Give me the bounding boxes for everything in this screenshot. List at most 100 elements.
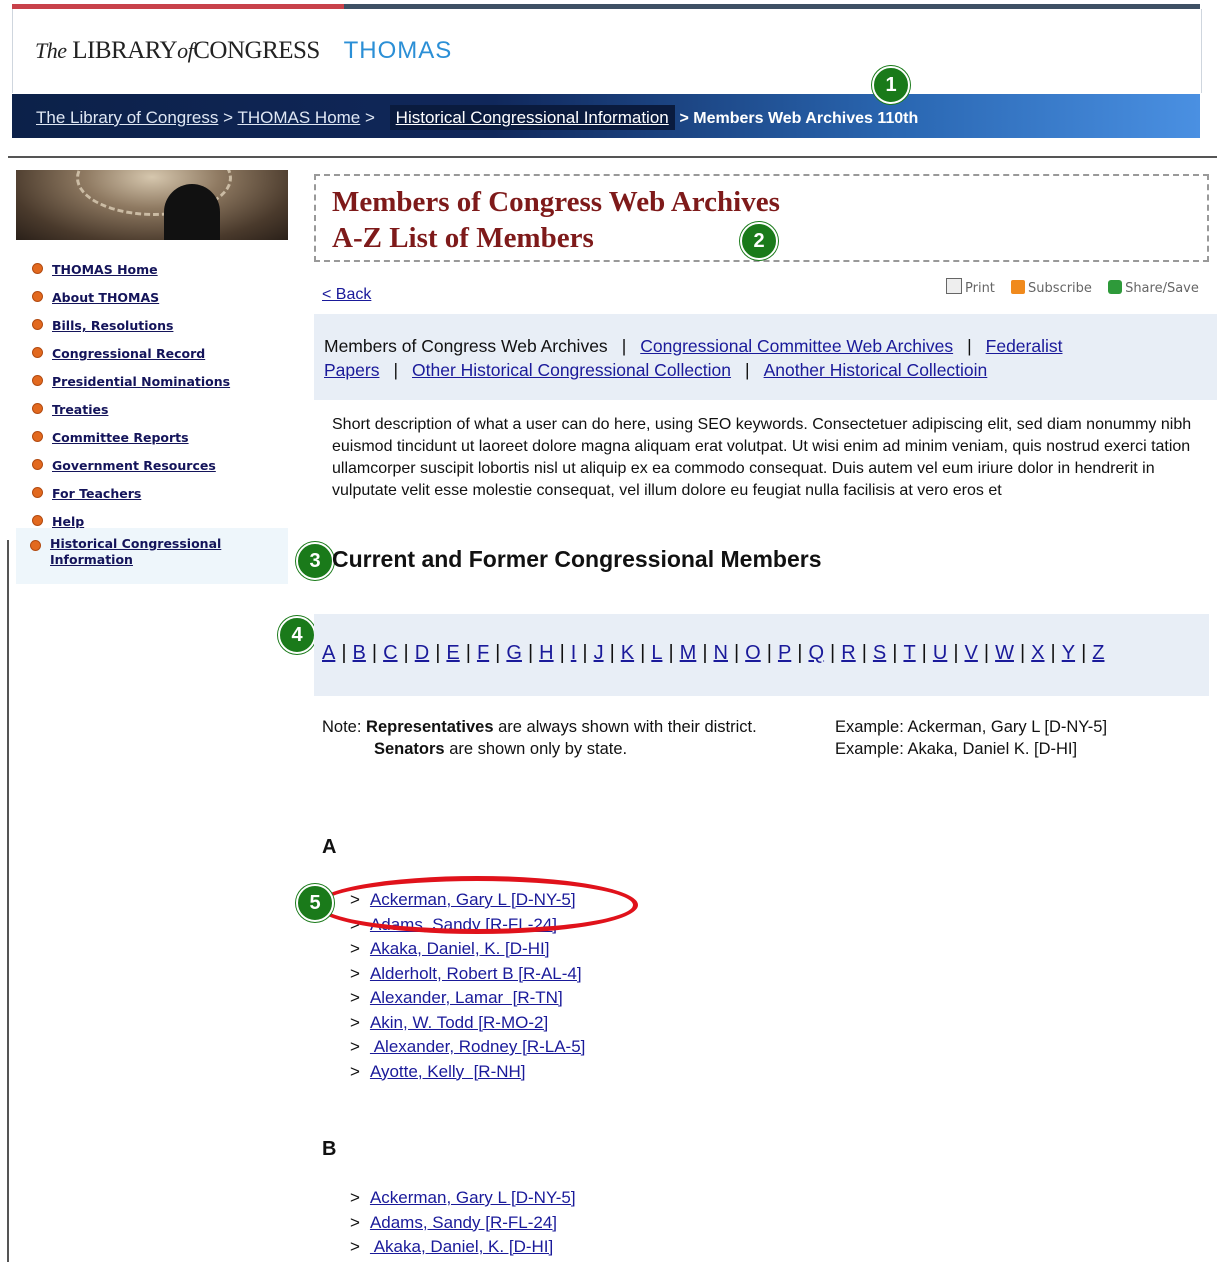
sidebar-item-committee-reports[interactable]: Committee Reports xyxy=(30,430,288,458)
sidebar-item-label[interactable]: Treaties xyxy=(52,402,108,417)
alphabet-separator: | xyxy=(861,642,867,664)
sidebar-item-label[interactable]: Historical Congressional Information xyxy=(50,536,260,568)
alphabet-link-m[interactable]: M xyxy=(680,642,697,664)
alphabet-link-f[interactable]: F xyxy=(477,642,489,664)
alphabet-link-e[interactable]: E xyxy=(446,642,459,664)
sidebar-item-congressional-record[interactable]: Congressional Record xyxy=(30,346,288,374)
alphabet-link-j[interactable]: J xyxy=(594,642,604,664)
list-item: > Adams, Sandy [R-FL-24] xyxy=(350,1213,576,1238)
note-senators: Senators are shown only by state. xyxy=(322,738,757,760)
alphabet-link-h[interactable]: H xyxy=(539,642,553,664)
note-example-rep: Example: Ackerman, Gary L [D-NY-5] xyxy=(835,718,1108,736)
sidebar-item-government-resources[interactable]: Government Resources xyxy=(30,458,288,486)
sidebar-item-about-thomas[interactable]: About THOMAS xyxy=(30,290,288,318)
bullet-icon xyxy=(32,403,43,414)
alphabet-link-q[interactable]: Q xyxy=(808,642,824,664)
note-example-sen: Example: Akaka, Daniel K. [D-HI] xyxy=(835,740,1078,758)
alphabet-link-d[interactable]: D xyxy=(415,642,429,664)
sidebar-item-thomas-home[interactable]: THOMAS Home xyxy=(30,262,288,290)
alphabet-link-a[interactable]: A xyxy=(322,642,335,664)
alphabet-link-v[interactable]: V xyxy=(965,642,978,664)
breadcrumb-thomas-home-link[interactable]: THOMAS Home xyxy=(237,108,360,127)
share-button[interactable]: Share/Save xyxy=(1108,280,1199,296)
statue-silhouette xyxy=(164,184,220,240)
list-item: > Alexander, Rodney [R-LA-5] xyxy=(350,1037,585,1062)
bullet-icon xyxy=(32,263,43,274)
sidebar-item-label[interactable]: Help xyxy=(52,514,84,529)
tab-federalist-papers[interactable]: Papers xyxy=(324,360,379,380)
alphabet-separator: | xyxy=(609,642,615,664)
alphabet-link-w[interactable]: W xyxy=(995,642,1014,664)
alphabet-link-o[interactable]: O xyxy=(745,642,761,664)
alphabet-separator: | xyxy=(702,642,708,664)
member-link[interactable]: Alexander, Lamar [R-TN] xyxy=(370,988,563,1007)
list-marker: > xyxy=(350,1212,360,1232)
alphabet-link-n[interactable]: N xyxy=(714,642,728,664)
bullet-icon xyxy=(30,540,41,551)
tab-separator: | xyxy=(967,336,972,356)
list-marker: > xyxy=(350,963,360,983)
member-link[interactable]: Akin, W. Todd [R-MO-2] xyxy=(370,1013,548,1032)
list-item: > Alexander, Lamar [R-TN] xyxy=(350,988,585,1013)
sidebar-item-bills[interactable]: Bills, Resolutions xyxy=(30,318,288,346)
breadcrumb-library-link[interactable]: The Library of Congress xyxy=(36,108,218,127)
breadcrumb-historical-link[interactable]: Historical Congressional Information xyxy=(396,108,669,127)
alphabet-link-g[interactable]: G xyxy=(506,642,522,664)
alphabet-link-b[interactable]: B xyxy=(353,642,366,664)
sidebar-item-label[interactable]: About THOMAS xyxy=(52,290,159,305)
member-link[interactable]: Akaka, Daniel, K. [D-HI] xyxy=(370,939,550,958)
subscribe-button[interactable]: Subscribe xyxy=(1011,280,1092,296)
tab-other-historical-collection[interactable]: Other Historical Congressional Collectio… xyxy=(412,360,731,380)
alphabet-separator: | xyxy=(495,642,501,664)
sidebar-item-treaties[interactable]: Treaties xyxy=(30,402,288,430)
tab-another-historical-collection[interactable]: Another Historical Collectioin xyxy=(764,360,988,380)
tab-separator: | xyxy=(745,360,750,380)
alphabet-link-l[interactable]: L xyxy=(651,642,662,664)
sidebar-item-presidential-nominations[interactable]: Presidential Nominations xyxy=(30,374,288,402)
sidebar-item-label[interactable]: Committee Reports xyxy=(52,430,189,445)
sidebar-item-label[interactable]: Government Resources xyxy=(52,458,216,473)
alphabet-link-u[interactable]: U xyxy=(933,642,947,664)
alphabet-separator: | xyxy=(559,642,565,664)
print-button[interactable]: Print xyxy=(946,278,995,296)
member-link[interactable]: Alexander, Rodney [R-LA-5] xyxy=(370,1037,586,1056)
back-link[interactable]: < Back xyxy=(322,286,371,304)
sidebar-item-label[interactable]: THOMAS Home xyxy=(52,262,158,277)
divider xyxy=(8,156,1217,158)
alphabet-link-y[interactable]: Y xyxy=(1062,642,1075,664)
alphabet-link-r[interactable]: R xyxy=(841,642,855,664)
sidebar-item-label[interactable]: For Teachers xyxy=(52,486,141,501)
sidebar-item-for-teachers[interactable]: For Teachers xyxy=(30,486,288,514)
alphabet-separator: | xyxy=(403,642,409,664)
alphabet-link-p[interactable]: P xyxy=(778,642,791,664)
alphabet-link-c[interactable]: C xyxy=(383,642,397,664)
tab-federalist-papers[interactable]: Federalist xyxy=(986,336,1063,356)
note-sen-text: are shown only by state. xyxy=(444,740,628,758)
logo-congress: CONGRESS xyxy=(193,37,320,64)
bullet-icon xyxy=(32,291,43,302)
sidebar-item-label[interactable]: Congressional Record xyxy=(52,346,205,361)
alphabet-link-t[interactable]: T xyxy=(903,642,915,664)
member-link[interactable]: Ackerman, Gary L [D-NY-5] xyxy=(370,1188,576,1207)
alphabet-link-s[interactable]: S xyxy=(873,642,886,664)
alphabet-separator: | xyxy=(371,642,378,664)
alphabet-separator: | xyxy=(668,642,674,664)
tab-committee-web-archives[interactable]: Congressional Committee Web Archives xyxy=(640,336,953,356)
section-title: Current and Former Congressional Members xyxy=(332,546,822,572)
breadcrumb-bar: The Library of Congress > THOMAS Home > … xyxy=(12,94,1200,138)
alphabet-separator: | xyxy=(892,642,898,664)
alphabet-link-x[interactable]: X xyxy=(1031,642,1044,664)
alphabet-separator: | xyxy=(797,642,803,664)
alphabet-link-z[interactable]: Z xyxy=(1092,642,1104,664)
share-label: Share/Save xyxy=(1125,281,1199,296)
member-link[interactable]: Ayotte, Kelly [R-NH] xyxy=(370,1062,526,1081)
member-link[interactable]: Alderholt, Robert B [R-AL-4] xyxy=(370,964,582,983)
sidebar-item-label[interactable]: Bills, Resolutions xyxy=(52,318,173,333)
member-link[interactable]: Adams, Sandy [R-FL-24] xyxy=(370,1213,557,1232)
alphabet-link-i[interactable]: I xyxy=(571,642,577,664)
library-logo[interactable]: The LIBRARYofCONGRESS THOMAS xyxy=(35,37,452,65)
sidebar-item-historical-active[interactable]: Historical Congressional Information xyxy=(16,528,288,584)
sidebar-item-label[interactable]: Presidential Nominations xyxy=(52,374,230,389)
member-link[interactable]: Akaka, Daniel, K. [D-HI] xyxy=(370,1237,554,1256)
alphabet-link-k[interactable]: K xyxy=(621,642,634,664)
